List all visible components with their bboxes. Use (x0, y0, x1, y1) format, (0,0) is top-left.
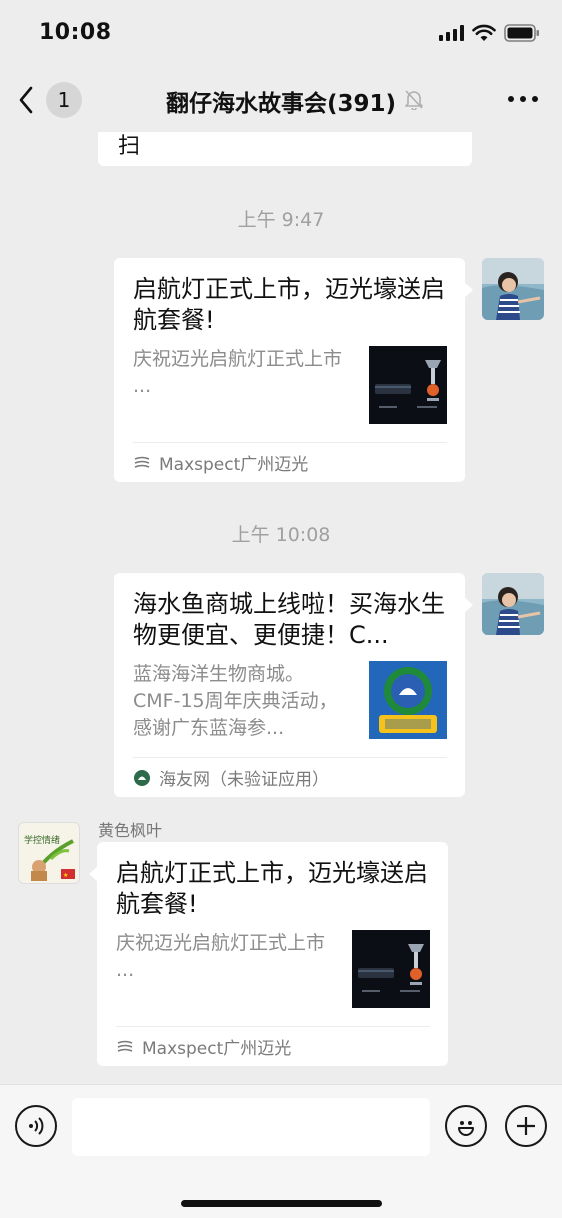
card-title: 启航灯正式上市，迈光壕送启航套餐! (133, 275, 445, 334)
plus-icon (517, 1117, 535, 1135)
card-thumbnail (352, 930, 430, 1008)
card-title: 海水鱼商城上线啦！买海水生物更便宜、更便捷！C... (133, 590, 445, 649)
timestamp: 上午 9:47 (237, 209, 325, 231)
card-source: Maxspect广州迈光 (116, 1026, 430, 1066)
sender-name: 黄色枫叶 (98, 821, 163, 840)
avatar-lettering: 学控情绪 (24, 834, 60, 846)
voice-wave-icon (29, 1117, 44, 1135)
my-avatar[interactable] (482, 573, 544, 635)
partial-message-bubble[interactable]: 扫 (98, 132, 472, 166)
timestamp: 上午 10:08 (231, 524, 331, 546)
card-description: 庆祝迈光启航灯正式上市 ... (133, 348, 343, 397)
svg-text:★: ★ (63, 872, 68, 879)
link-card[interactable]: 启航灯正式上市，迈光壕送启航套餐! 庆祝迈光启航灯正式上市 ... Maxspe… (114, 258, 473, 482)
card-thumbnail (369, 661, 447, 739)
card-source: Maxspect广州迈光 (133, 442, 447, 482)
maxspect-logo-icon (117, 1040, 133, 1052)
status-bar: 10:08 (0, 0, 562, 68)
link-card[interactable]: 海水鱼商城上线啦！买海水生物更便宜、更便捷！C... 蓝海海洋生物商城。CMF-… (114, 573, 473, 797)
battery-icon (504, 24, 539, 42)
input-bar (0, 1084, 562, 1218)
card-source: 海友网（未验证应用） (133, 757, 447, 797)
voice-input-button[interactable] (15, 1105, 57, 1147)
sender-avatar[interactable]: 学控情绪 ★ (18, 822, 80, 884)
maxspect-logo-icon (134, 456, 150, 468)
card-title: 启航灯正式上市，迈光壕送启航套餐! (116, 859, 428, 918)
nav-bar: 1 翻仔海水故事会(391) (0, 68, 562, 132)
cellular-signal-icon (439, 25, 464, 41)
home-indicator (181, 1200, 382, 1207)
my-avatar[interactable] (482, 258, 544, 320)
partial-message-text: 扫 (118, 134, 141, 159)
chat-area[interactable]: 扫 上午 9:47 启航灯正式上市，迈光壕送启航套餐! 庆祝迈光启航灯正式上市 … (0, 132, 562, 1084)
card-description: 蓝海海洋生物商城。CMF-15周年庆典活动，感谢广东蓝海参... (133, 663, 338, 739)
emoji-button[interactable] (445, 1105, 487, 1147)
haiyou-logo-icon (134, 769, 150, 786)
card-source-name: Maxspect广州迈光 (142, 1039, 292, 1059)
card-thumbnail (369, 346, 447, 424)
message-input[interactable] (72, 1098, 430, 1156)
chat-title: 翻仔海水故事会(391) (165, 91, 397, 117)
link-card[interactable]: 启航灯正式上市，迈光壕送启航套餐! 庆祝迈光启航灯正式上市 ... Maxspe… (89, 842, 448, 1066)
status-time: 10:08 (39, 20, 112, 45)
mute-bell-icon (405, 90, 423, 110)
status-icons (439, 24, 540, 42)
wifi-icon (472, 24, 496, 41)
more-options-button[interactable] (508, 96, 538, 102)
more-actions-button[interactable] (505, 1105, 547, 1147)
card-source-name: Maxspect广州迈光 (159, 455, 309, 475)
card-description: 庆祝迈光启航灯正式上市 ... (116, 932, 326, 981)
card-source-name: 海友网（未验证应用） (159, 770, 329, 790)
smiley-icon (458, 1121, 474, 1136)
